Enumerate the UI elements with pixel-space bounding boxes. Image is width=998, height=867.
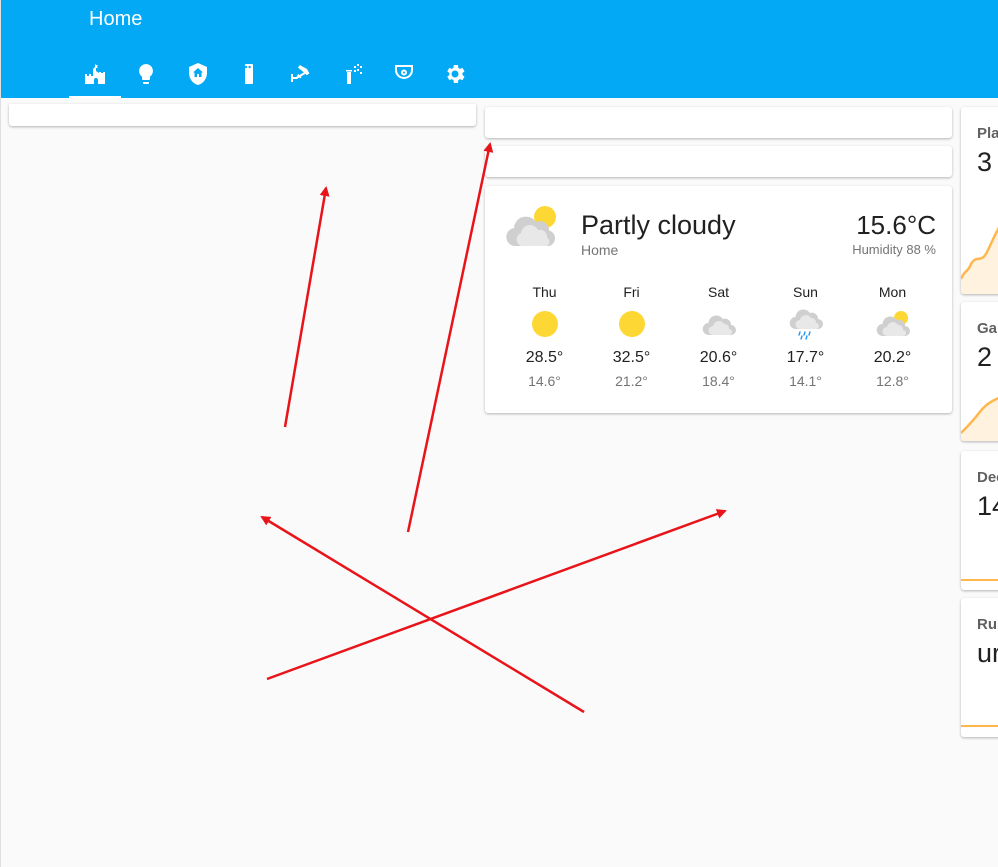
forecast-high: 20.6° [699,349,738,366]
tab-home[interactable] [69,50,121,98]
annotation-arrow [266,509,727,681]
forecast-day-name: Mon [878,284,907,300]
view-tabs [69,50,481,98]
weather-temperature: 15.6°C [856,210,936,240]
forecast-high: 28.5° [525,349,564,366]
tab-remote[interactable] [224,50,276,98]
tab-lights[interactable] [121,50,173,98]
forecast-day: Fri 32.5° 21.2° [588,282,675,392]
forecast-day: Sat 20.6° 18.4° [675,282,762,392]
forecast-high: 32.5° [612,349,651,366]
smoke-detector-icon [394,65,413,79]
forecast-day-name: Sun [793,284,818,300]
cloudy-icon [702,315,736,336]
sensor-card[interactable]: Gar 2 [961,302,998,441]
sunny-icon [618,311,645,337]
sensor-sparkline [961,579,998,581]
page-title: Home [89,8,143,30]
app-header: Home [1,0,998,98]
forecast-day: Thu 28.5° 14.6° [501,282,588,392]
forecast-row: Thu 28.5° 14.6° Fri 32.5° 21.2° Sat 20.6… [501,282,936,392]
annotation-arrow [406,142,494,533]
lightbulb-icon [139,64,154,84]
empty-card [485,107,952,138]
tab-smoke[interactable] [378,50,430,98]
annotation-arrow [283,186,330,428]
tab-cameras[interactable] [275,50,327,98]
tab-security[interactable] [172,50,224,98]
sensor-card[interactable]: Rub ur [961,598,998,737]
forecast-low: 14.1° [789,373,822,389]
forecast-low: 14.6° [528,373,561,389]
weather-condition: Partly cloudy [581,210,736,240]
sensor-value: 3 [977,147,993,177]
sunny-icon [531,311,558,337]
empty-card [9,104,476,126]
sensor-card[interactable]: Pla 3 [961,107,998,294]
remote-icon [245,64,254,84]
rainy-icon [789,309,823,340]
weather-humidity: Humidity 88 % [852,242,936,257]
forecast-day-name: Thu [532,284,557,300]
sensor-card[interactable]: Dec 14 [961,451,998,590]
partly-cloudy-icon [876,311,910,337]
weather-card[interactable]: Partly cloudy Home 15.6°C Humidity 88 % … [485,186,952,413]
sensor-sparkline [961,226,998,294]
forecast-high: 20.2° [873,349,912,366]
partly-cloudy-icon [506,206,556,246]
sensor-name: Pla [977,125,998,142]
forecast-day: Mon 20.2° 12.8° [849,282,936,392]
forecast-day-name: Sat [707,284,729,300]
tab-sprinklers[interactable] [327,50,379,98]
weather-location: Home [581,242,619,258]
annotation-arrow [260,515,585,714]
forecast-high: 17.7° [786,349,825,366]
sensor-name: Rub [977,616,998,633]
tab-settings[interactable] [430,50,482,98]
shield-home-icon [188,63,207,85]
empty-card [485,146,952,177]
home-castle-icon [84,64,105,84]
forecast-low: 12.8° [876,373,909,389]
sensor-name: Dec [977,469,998,486]
sensor-sparkline [961,396,998,441]
forecast-day: Sun 17.7° 14.1° [762,282,849,392]
forecast-day-name: Fri [623,284,640,300]
forecast-low: 18.4° [702,373,735,389]
cctv-icon [290,65,310,82]
sensor-sparkline [961,725,998,727]
sprinkler-icon [346,64,363,84]
sensor-name: Gar [977,320,998,337]
settings-icon [447,65,465,83]
forecast-low: 21.2° [615,373,648,389]
